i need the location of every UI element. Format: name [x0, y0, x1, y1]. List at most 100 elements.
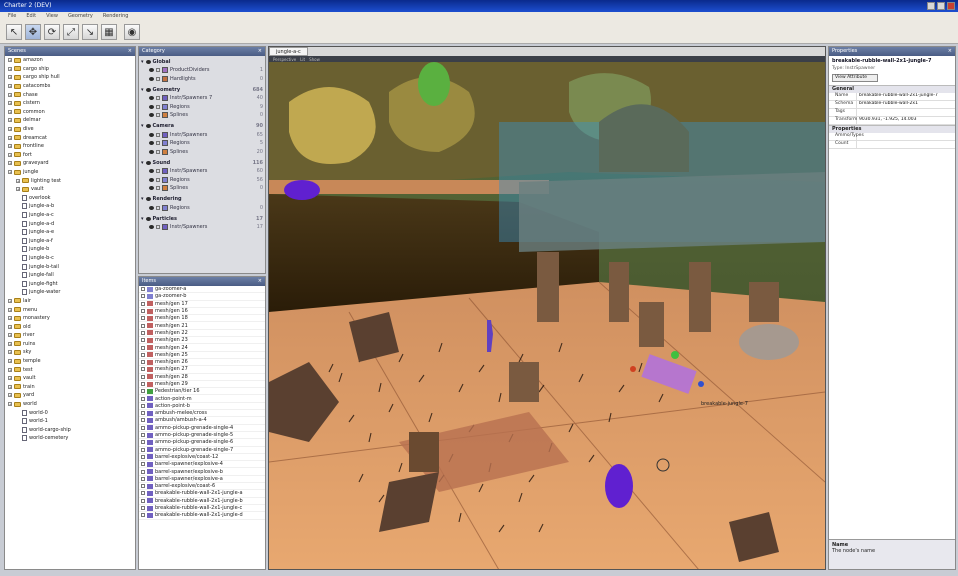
expand-toggle-icon[interactable]: + [8, 66, 12, 71]
tree-item[interactable]: + yard [5, 391, 135, 400]
view-mode-show[interactable]: Show [309, 57, 320, 62]
tree-item[interactable]: jungle-a-c [5, 211, 135, 220]
list-item[interactable]: ammo-pickup-grenade-single-4 [139, 425, 265, 432]
collapse-arrow-icon[interactable]: ▾ [141, 87, 144, 93]
tree-item[interactable]: + monastery [5, 314, 135, 323]
item-checkbox[interactable] [141, 396, 145, 401]
tree-item[interactable]: + cargo ship hull [5, 73, 135, 82]
expand-toggle-icon[interactable]: + [8, 384, 12, 389]
item-checkbox[interactable] [141, 440, 145, 445]
lock-checkbox[interactable] [156, 205, 160, 210]
expand-toggle-icon[interactable] [16, 247, 20, 251]
expand-toggle-icon[interactable] [16, 290, 20, 294]
tree-item[interactable]: + world [5, 400, 135, 409]
item-checkbox[interactable] [141, 338, 145, 343]
expand-toggle-icon[interactable]: + [8, 75, 12, 80]
category-item[interactable]: Splines 0 [141, 184, 263, 193]
item-checkbox[interactable] [141, 484, 145, 489]
tree-item[interactable]: + jungle [5, 168, 135, 177]
menu-rendering[interactable]: Rendering [103, 13, 129, 21]
list-item[interactable]: mesh/gen 17 [139, 301, 265, 308]
tree-item[interactable]: jungle-a-d [5, 219, 135, 228]
expand-toggle-icon[interactable]: + [8, 109, 12, 114]
category-item[interactable]: Regions 56 [141, 176, 263, 185]
expand-toggle-icon[interactable]: + [16, 187, 20, 192]
visibility-eye-icon[interactable] [145, 59, 151, 64]
tree-item[interactable]: + lair [5, 297, 135, 306]
tree-item[interactable]: + fort [5, 151, 135, 160]
item-checkbox[interactable] [141, 330, 145, 335]
visibility-eye-icon[interactable] [149, 149, 154, 154]
list-item[interactable]: breakable-rubble-wall-2x1-jungle-d [139, 512, 265, 520]
expand-toggle-icon[interactable]: + [8, 58, 12, 63]
scale-tool-icon[interactable]: ⤢ [63, 24, 79, 40]
category-item[interactable]: Splines 0 [141, 111, 263, 120]
expand-toggle-icon[interactable]: + [8, 101, 12, 106]
select-tool-icon[interactable]: ↖ [6, 24, 22, 40]
close-panel-icon[interactable]: × [258, 278, 262, 284]
expand-toggle-icon[interactable] [16, 265, 20, 269]
list-item[interactable]: mesh/gen 27 [139, 366, 265, 374]
list-item[interactable]: mesh/gen 24 [139, 344, 265, 352]
list-item[interactable]: barrel-explosive/coast-12 [139, 454, 265, 462]
tree-item[interactable]: jungle-a-f [5, 236, 135, 245]
item-checkbox[interactable] [141, 345, 145, 350]
tree-item[interactable]: + train [5, 383, 135, 392]
menu-view[interactable]: View [46, 13, 58, 21]
property-section-header[interactable]: Properties [829, 125, 955, 133]
list-item[interactable]: barrel-spawner/explosive-a [139, 476, 265, 484]
property-value-field[interactable] [857, 109, 955, 116]
view-attribute-button[interactable]: View Attribute [832, 74, 878, 82]
visibility-eye-icon[interactable] [149, 141, 154, 146]
lock-checkbox[interactable] [156, 68, 160, 73]
item-checkbox[interactable] [141, 294, 145, 299]
view-mode-perspective[interactable]: Perspective [273, 57, 296, 62]
visibility-eye-icon[interactable] [145, 216, 151, 221]
expand-toggle-icon[interactable]: + [8, 84, 12, 89]
item-checkbox[interactable] [141, 367, 145, 372]
item-checkbox[interactable] [141, 469, 145, 474]
item-checkbox[interactable] [141, 476, 145, 481]
lock-checkbox[interactable] [156, 96, 160, 101]
list-item[interactable]: ga-zoomer-a [139, 286, 265, 294]
tree-item[interactable]: + lighting test [5, 176, 135, 185]
item-checkbox[interactable] [141, 309, 145, 314]
list-item[interactable]: mesh/gen 18 [139, 315, 265, 323]
item-checkbox[interactable] [141, 513, 145, 518]
expand-toggle-icon[interactable]: + [8, 367, 12, 372]
list-item[interactable]: mesh/gen 16 [139, 308, 265, 316]
list-item[interactable]: mesh/gen 29 [139, 381, 265, 389]
category-group-header[interactable]: ▾ Geometry 684 [141, 85, 263, 94]
category-item[interactable]: ProductDividers 1 [141, 66, 263, 75]
tree-item[interactable]: + catacombs [5, 82, 135, 91]
visibility-eye-icon[interactable] [149, 104, 154, 109]
category-item[interactable]: Regions 0 [141, 204, 263, 213]
expand-toggle-icon[interactable] [16, 222, 20, 226]
property-section-header[interactable]: General [829, 85, 955, 93]
item-checkbox[interactable] [141, 433, 145, 438]
lock-checkbox[interactable] [156, 76, 160, 81]
item-checkbox[interactable] [141, 491, 145, 496]
property-value-field[interactable] [857, 141, 955, 148]
category-group-header[interactable]: ▾ Global [141, 57, 263, 66]
3d-scene-view[interactable]: breakable-jungle-7 [269, 62, 825, 570]
visibility-eye-icon[interactable] [149, 225, 154, 230]
item-checkbox[interactable] [141, 360, 145, 365]
tree-item[interactable]: + chase [5, 90, 135, 99]
item-checkbox[interactable] [141, 425, 145, 430]
expand-toggle-icon[interactable]: + [8, 152, 12, 157]
expand-toggle-icon[interactable] [16, 213, 20, 217]
expand-toggle-icon[interactable]: + [16, 178, 20, 183]
tree-item[interactable]: + river [5, 331, 135, 340]
lock-checkbox[interactable] [156, 225, 160, 230]
tree-item[interactable]: world-cargo-ship [5, 426, 135, 435]
tree-item[interactable]: + ruins [5, 340, 135, 349]
tree-item[interactable]: jungle-b [5, 245, 135, 254]
collapse-arrow-icon[interactable]: ▾ [141, 59, 144, 65]
list-item[interactable]: ammo-pickup-grenade-single-7 [139, 447, 265, 454]
lock-checkbox[interactable] [156, 149, 160, 154]
category-item[interactable]: Instr/Spawners 17 [141, 223, 263, 232]
list-item[interactable]: breakable-rubble-wall-2x1-jungle-b [139, 498, 265, 505]
view-mode-lit[interactable]: Lit [300, 57, 305, 62]
tree-item[interactable]: overlook [5, 194, 135, 203]
